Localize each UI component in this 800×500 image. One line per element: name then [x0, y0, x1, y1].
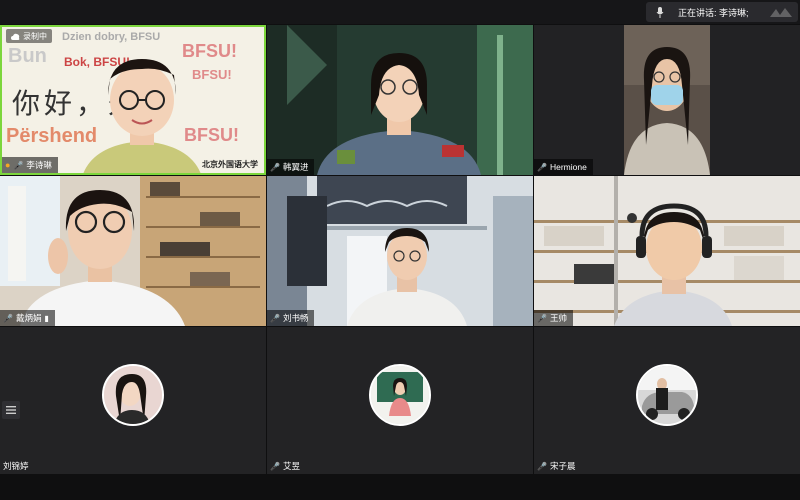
- participant-video: [267, 176, 533, 326]
- participant-name-bar: 🎤 Hermione: [534, 159, 593, 175]
- mic-icon: 🎤: [3, 313, 13, 323]
- signal-icon: ▮: [44, 313, 49, 323]
- avatar: [369, 364, 431, 426]
- participant-name-bar: 🎤 韩翼进: [267, 159, 315, 175]
- speaking-indicator: 正在讲话: 李诗琳;: [646, 2, 798, 22]
- top-bar: 正在讲话: 李诗琳;: [0, 0, 800, 24]
- mic-muted-icon: 🎤: [537, 461, 547, 471]
- participant-name: 刘书畅: [282, 313, 309, 323]
- participant-name: 艾昱: [282, 461, 300, 471]
- participant-name-bar: 🎤 王帅: [534, 310, 573, 326]
- video-tile-speaker[interactable]: Bun Dzien dobry, BFSU Bok, BFSU! BFSU! B…: [0, 25, 266, 175]
- participant-name: Hermione: [549, 162, 587, 172]
- mic-icon: 🎤: [13, 160, 24, 170]
- recording-label: 录制中: [23, 31, 47, 41]
- mic-muted-icon: 🎤: [537, 162, 547, 172]
- participant-name-bar: 刘锦婷: [0, 458, 35, 474]
- participant-name-bar: ● 🎤 李诗琳: [2, 157, 58, 173]
- participant-name-bar: 🎤 艾昱: [267, 458, 306, 474]
- participant-video: [624, 25, 710, 175]
- mini-view-icon[interactable]: [770, 7, 792, 17]
- mic-muted-icon: 🎤: [270, 461, 280, 471]
- mic-muted-icon: 🎤: [270, 162, 280, 172]
- video-tile[interactable]: 🎤 韩翼进: [267, 25, 533, 175]
- participant-name: 韩翼进: [282, 162, 309, 172]
- participant-name: 戴炳娟: [15, 313, 42, 323]
- bg-word-bun: Bun: [8, 45, 47, 67]
- avatar-tile[interactable]: 刘锦婷: [0, 327, 266, 474]
- microphone-icon: [652, 6, 668, 18]
- video-tile[interactable]: 🎤 刘书畅: [267, 176, 533, 326]
- cloud-icon: [11, 33, 20, 40]
- participant-video: [267, 25, 533, 175]
- school-logo: 北京外国语大学: [202, 160, 258, 169]
- participant-name-bar: 🎤 戴炳娟 ▮: [0, 310, 55, 326]
- speaking-label: 正在讲话: 李诗琳;: [678, 7, 749, 18]
- list-icon: [6, 406, 16, 414]
- participant-video: [534, 176, 800, 326]
- participant-name: 李诗琳: [26, 160, 52, 170]
- participant-name: 王帅: [549, 313, 567, 323]
- mic-muted-icon: 🎤: [537, 313, 547, 323]
- participant-video: [0, 176, 266, 326]
- avatar: [102, 364, 164, 426]
- avatar-tile[interactable]: 🎤 艾昱: [267, 327, 533, 474]
- bg-word-dzien: Dzien dobry, BFSU: [62, 31, 161, 43]
- participant-video: [83, 59, 201, 173]
- participant-name: 宋子晨: [549, 461, 576, 471]
- participant-name-bar: 🎤 刘书畅: [267, 310, 315, 326]
- participant-list-button[interactable]: [2, 401, 20, 419]
- host-icon: ●: [5, 160, 11, 170]
- avatar: [636, 364, 698, 426]
- video-tile[interactable]: 🎤 王帅: [534, 176, 800, 326]
- mic-muted-icon: 🎤: [270, 313, 280, 323]
- video-tile[interactable]: 🎤 戴炳娟 ▮: [0, 176, 266, 326]
- avatar-tile[interactable]: 🎤 宋子晨: [534, 327, 800, 474]
- recording-badge: 录制中: [6, 29, 52, 43]
- video-tile[interactable]: 🎤 Hermione: [534, 25, 800, 175]
- participant-name-bar: 🎤 宋子晨: [534, 458, 581, 474]
- participant-name: 刘锦婷: [3, 461, 29, 471]
